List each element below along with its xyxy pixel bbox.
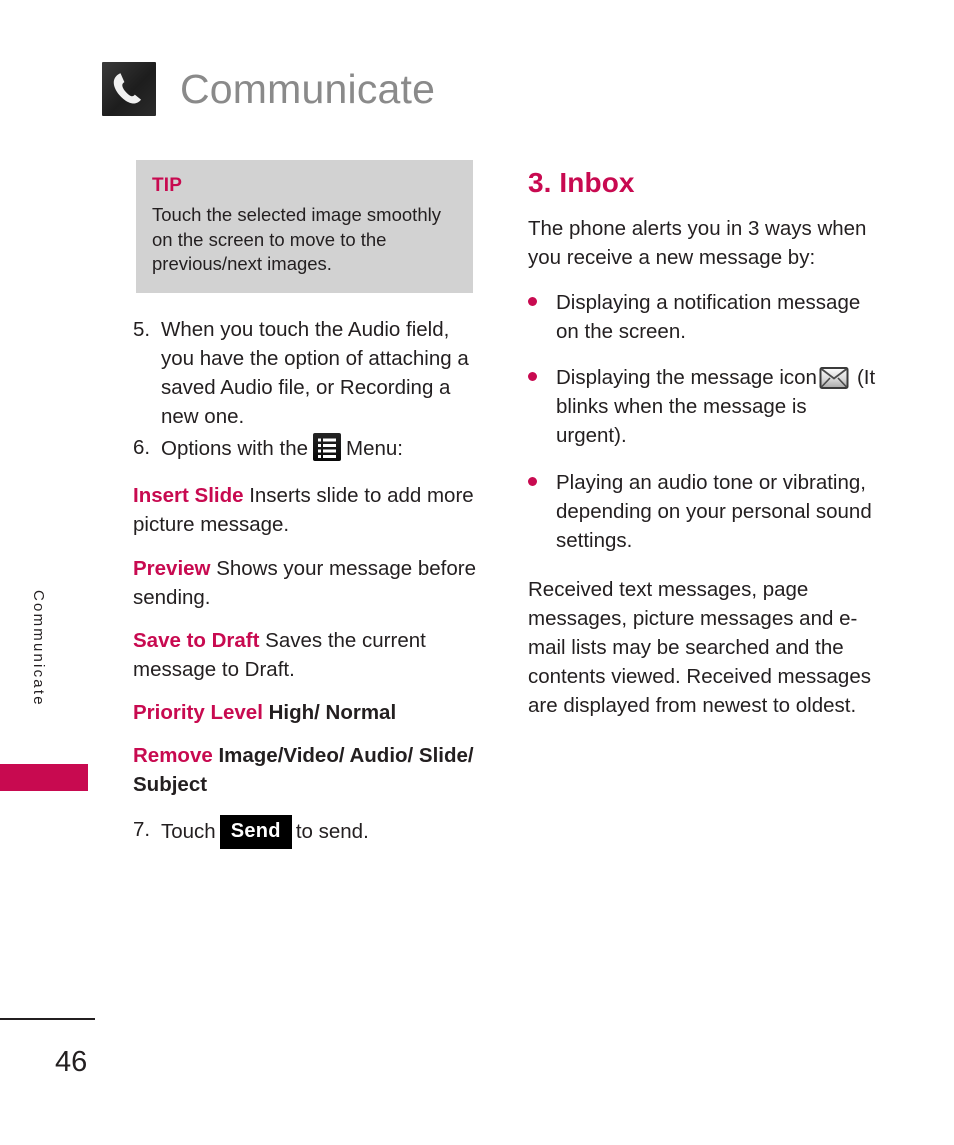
- step-text-before: Touch: [161, 820, 216, 844]
- phone-handset-icon: [102, 62, 156, 116]
- option-entry: Insert Slide Inserts slide to add more p…: [133, 481, 485, 539]
- page-title: Communicate: [180, 65, 436, 112]
- step-number: 7.: [133, 818, 151, 842]
- tip-heading: TIP: [152, 175, 183, 196]
- bullet-dot-icon: [528, 288, 556, 346]
- option-entry: Save to Draft Saves the current message …: [133, 626, 485, 684]
- step-number: 5.: [133, 317, 151, 341]
- list-menu-icon: [313, 433, 341, 462]
- intro-paragraph: The phone alerts you in 3 ways when you …: [528, 216, 867, 269]
- bullet-dot-icon: [528, 363, 556, 450]
- page-number: 46: [55, 1046, 88, 1078]
- option-entry: Priority Level High/ Normal: [133, 698, 485, 727]
- closing-paragraph: Received text messages, page messages, p…: [528, 577, 871, 718]
- step-item: 6. Options with the Menu:: [133, 433, 485, 463]
- page-header: Communicate: [102, 62, 435, 116]
- step-text: Options with the Menu:: [161, 433, 485, 463]
- step-text-after: Menu:: [346, 437, 403, 461]
- step-text: When you touch the Audio field, you have…: [161, 317, 469, 429]
- list-item-text: Displaying the message icon (It blinks w…: [556, 363, 878, 450]
- list-item-text: Playing an audio tone or vibrating, depe…: [556, 470, 872, 552]
- side-tab-marker: [0, 764, 88, 791]
- list-item: Displaying the message icon (It blinks w…: [528, 363, 878, 450]
- step-number: 6.: [133, 436, 151, 460]
- send-button[interactable]: Send: [219, 815, 292, 849]
- step-item: 7. Touch Send to send.: [133, 815, 485, 849]
- option-entry: Preview Shows your message before sendin…: [133, 554, 485, 612]
- list-item-text-before: Displaying the message icon: [556, 366, 817, 390]
- bullet-dot-icon: [528, 468, 556, 555]
- option-entry: Remove Image/Video/ Audio/ Slide/ Subjec…: [133, 741, 485, 799]
- tip-body: Touch the selected image smoothly on the…: [152, 203, 441, 275]
- list-item: Displaying a notification message on the…: [528, 288, 878, 346]
- list-item: Playing an audio tone or vibrating, depe…: [528, 468, 878, 555]
- footer-divider: [0, 1018, 95, 1020]
- step-text: Touch Send to send.: [161, 815, 485, 849]
- list-item-text: Displaying a notification message on the…: [556, 290, 861, 344]
- section-heading-inbox: 3. Inbox: [528, 167, 635, 198]
- left-column: TIP Touch the selected image smoothly on…: [133, 160, 485, 851]
- step-text-after: to send.: [295, 820, 369, 844]
- alerts-bullet-list: Displaying a notification message on the…: [528, 288, 878, 555]
- envelope-message-icon: [819, 366, 849, 390]
- side-tab-label: Communicate: [30, 590, 47, 707]
- step-item: 5. When you touch the Audio field, you h…: [133, 315, 485, 431]
- option-term: Priority Level: [133, 700, 263, 724]
- option-term: Save to Draft: [133, 628, 260, 652]
- option-term: Remove: [133, 744, 213, 768]
- right-column: 3. Inbox The phone alerts you in 3 ways …: [528, 163, 878, 720]
- tip-box: TIP Touch the selected image smoothly on…: [136, 160, 473, 293]
- option-term: Preview: [133, 556, 211, 580]
- step-text-before: Options with the: [161, 437, 308, 461]
- option-term: Insert Slide: [133, 484, 244, 508]
- option-bold-description: High/ Normal: [262, 700, 397, 724]
